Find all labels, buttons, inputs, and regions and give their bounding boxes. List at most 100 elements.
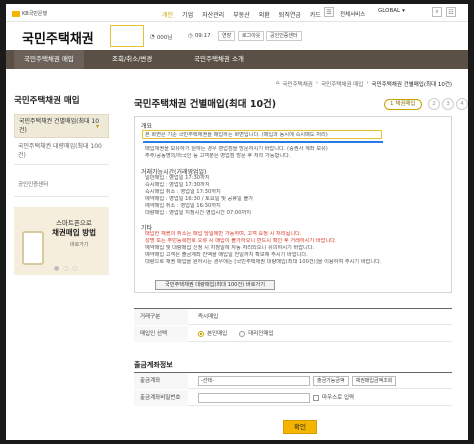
breadcrumb: ⌂ 국민주택채권 › 국민주택채권 매입 › 국민주택채권 건별매입(최대 10… xyxy=(276,80,453,88)
notice-line: 예약매입 : 영업일 16:30 / 토요일 및 공휴일 불가 xyxy=(145,196,253,202)
sidebar-divider xyxy=(14,196,109,197)
notice-section-overview: 개요 xyxy=(141,123,153,130)
notice-line: 매입채권을 보유하기 원하는 경우 영업점을 방문하시기 바랍니다. (증권사 … xyxy=(145,146,328,152)
sidebar-divider xyxy=(14,164,109,165)
utility-bar: KB국민은행 개인 기업 자산관리 부동산 외환 퇴직연금 카드 ☰ 전체서비스… xyxy=(6,4,468,22)
top-nav-business[interactable]: 기업 xyxy=(182,10,193,19)
notice-line: 예약매입 및 대량매입 신청 시 지정일에 자동 처리되오니 유의하시기 바랍니… xyxy=(145,245,315,251)
notice-line: 예약매입 취소 : 영업일 16:30까지 xyxy=(145,203,221,209)
notice-line: 주주/공동명의/외국인 등 고객분은 영업점 방문 후 처리 가능합니다. xyxy=(145,153,291,159)
notice-line: 대량매입 : 영업일 지정시간 영업시간 07:00까지 xyxy=(145,210,252,216)
chevron-down-icon: ▾ xyxy=(402,8,405,14)
form-row-purchaser: 매입인 선택 본인매입 대리인매입 xyxy=(134,326,452,342)
banner-line3: 바로가기 xyxy=(70,242,89,248)
breadcrumb-item[interactable]: 국민주택채권 매입 xyxy=(321,80,363,88)
gnb-purchase[interactable]: 국민주택채권 매입 xyxy=(14,50,84,69)
search-icon[interactable]: ⌕ xyxy=(432,7,442,17)
radio-self-label: 본인매입 xyxy=(207,331,228,337)
gnb-intro[interactable]: 국민주택채권 소개 xyxy=(184,50,254,69)
menu-icon: ☰ xyxy=(324,7,334,17)
page-title: 국민주택채권 건별매입(최대 10건) xyxy=(134,99,277,110)
main-nav: 국민주택채권 매입 조회/취소/변경 국민주택채권 소개 xyxy=(6,50,468,69)
user-icon: ◔ xyxy=(150,34,155,40)
notice-line: 본 화면은 기준 국민주택채권을 매입하는 화면입니다. (매입과 동시에 즉시… xyxy=(145,132,328,138)
logout-button[interactable]: 로그아웃 xyxy=(238,31,265,41)
radio-self[interactable] xyxy=(198,331,204,337)
notice-line-warning: 성명 또는 주민등록번호 오류 시 매입이 불가하오니 반드시 확인 후 거래하… xyxy=(145,238,337,244)
kb-star-icon xyxy=(12,10,20,17)
notice-box: 개요 본 화면은 기준 국민주택채권을 매입하는 화면입니다. (매입과 동시에… xyxy=(134,116,452,293)
banner-pager-dots[interactable]: ● ○ ○ xyxy=(54,265,79,272)
notice-line: 즉시매입 : 영업일 17:30까지 xyxy=(145,182,210,188)
menu-toggle[interactable]: ☰ xyxy=(324,7,334,17)
language-selector[interactable]: GLOBAL ▾ xyxy=(378,8,405,14)
form-row-password: 출금계좌비밀번호 마우스로 입력 xyxy=(134,390,452,406)
step-4: 4 xyxy=(456,98,468,110)
home-icon[interactable]: ⌂ xyxy=(276,80,280,88)
purchase-amount-lookup-button[interactable]: 채권매입금액조회 xyxy=(351,376,397,386)
form-label: 매입인 선택 xyxy=(134,326,188,342)
radio-agent-label: 대리인매입 xyxy=(248,331,274,337)
user-info: ◔ 000님 xyxy=(150,33,172,41)
highlight-underline xyxy=(143,141,383,143)
radio-agent[interactable] xyxy=(239,331,246,337)
kb-logo-text: KB국민은행 xyxy=(22,11,48,17)
sidebar-title: 국민주택채권 매입 xyxy=(14,96,80,106)
top-nav-fx[interactable]: 외환 xyxy=(259,10,270,19)
kb-logo[interactable]: KB국민은행 xyxy=(12,10,47,17)
chevron-down-icon: ▾ xyxy=(96,123,100,130)
top-nav-personal[interactable]: 개인 xyxy=(162,10,173,19)
clock-icon: ◷ xyxy=(188,33,193,39)
banner-line1: 스마트폰으로 xyxy=(56,219,92,227)
sidebar-item-single-purchase[interactable]: 국민주택채권 건별매입(최대 10건) xyxy=(14,114,109,138)
banner-line2: 채권매입 방법 xyxy=(52,228,97,237)
available-balance-button[interactable]: 출금가능금액 xyxy=(313,376,349,386)
mouse-input-checkbox[interactable] xyxy=(313,395,319,401)
notice-line: 대량으로 채권 매입을 원하시는 경우에는 [국민주택채권 대량매입(최대 10… xyxy=(145,259,382,265)
gnb-inquiry[interactable]: 조회/취소/변경 xyxy=(102,50,162,69)
site-header: 국민주택채권 ◔ 000님 ◷ 09:17 연장 로그아웃 공인인증센터 xyxy=(6,22,468,50)
breadcrumb-item[interactable]: 국민주택채권 xyxy=(283,80,313,88)
notice-line: 예약매입 고객은 출금계좌 잔액을 매입일 전일까지 확보해 주시기 바랍니다. xyxy=(145,252,308,258)
account-select[interactable]: -선택- xyxy=(198,376,310,386)
password-controls: 마우스로 입력 xyxy=(198,390,354,406)
cert-center-button[interactable]: 공인인증센터 xyxy=(266,31,302,41)
purchaser-options: 본인매입 대리인매입 xyxy=(198,326,274,342)
top-nav-pension[interactable]: 퇴직연금 xyxy=(279,10,301,19)
highlight-box xyxy=(110,25,144,47)
smartphone-icon xyxy=(22,231,44,265)
grid-menu-icon[interactable]: ☷ xyxy=(446,7,456,17)
form-label: 거래구분 xyxy=(134,309,188,325)
bulk-purchase-link-button[interactable]: 국민주택채권 대량매입(최대 100건) 바로가기 xyxy=(155,280,275,290)
notice-line: 일반매입 : 영업일 17:30까지 xyxy=(145,175,210,181)
account-controls: -선택- 출금가능금액 채권매입금액조회 xyxy=(198,373,397,389)
site-brand[interactable]: 국민주택채권 xyxy=(22,28,94,47)
withdraw-section-title: 출금계좌정보 xyxy=(134,361,173,369)
sidebar-cert-link[interactable]: 공인인증센터 xyxy=(18,180,48,188)
step-3: 3 xyxy=(442,98,454,110)
form-label: 출금계좌 xyxy=(134,373,188,389)
notice-line: 즉시매입 취소 : 영업일 17:30까지 xyxy=(145,189,221,195)
step-2: 2 xyxy=(428,98,440,110)
notice-line-warning: 매입한 채권의 취소는 매입 당일에만 가능하며, 고객 요청 시 처리됩니다. xyxy=(145,231,302,237)
form-label: 출금계좌비밀번호 xyxy=(134,390,188,406)
smartphone-banner[interactable]: 스마트폰으로 채권매입 방법 바로가기 ● ○ ○ xyxy=(14,207,109,275)
session-time: 09:17 xyxy=(194,33,211,39)
breadcrumb-current: 국민주택채권 건별매입(최대 10건) xyxy=(371,82,453,88)
account-password-input[interactable] xyxy=(198,393,310,403)
top-nav-wealth[interactable]: 자산관리 xyxy=(202,10,224,19)
sidebar-item-bulk-purchase[interactable]: 국민주택채권 대량매입(최대 100건) xyxy=(18,142,108,160)
top-nav-card[interactable]: 카드 xyxy=(310,10,321,19)
language-label: GLOBAL xyxy=(378,8,401,14)
form-row-transaction-type: 거래구분 즉시매입 xyxy=(134,309,452,325)
confirm-button[interactable]: 확인 xyxy=(283,420,317,434)
session-timer: ◷ 09:17 xyxy=(188,33,211,39)
top-nav-realestate[interactable]: 부동산 xyxy=(233,10,250,19)
browser-page: KB국민은행 개인 기업 자산관리 부동산 외환 퇴직연금 카드 ☰ 전체서비스… xyxy=(6,4,468,440)
all-services[interactable]: 전체서비스 xyxy=(340,10,365,18)
extend-session-button[interactable]: 연장 xyxy=(218,31,236,41)
transaction-type-value: 즉시매입 xyxy=(198,314,219,320)
mouse-input-label: 마우스로 입력 xyxy=(322,395,355,401)
step-current: 1 채권매입 xyxy=(384,99,422,110)
top-nav: 개인 기업 자산관리 부동산 외환 퇴직연금 카드 xyxy=(162,10,321,19)
